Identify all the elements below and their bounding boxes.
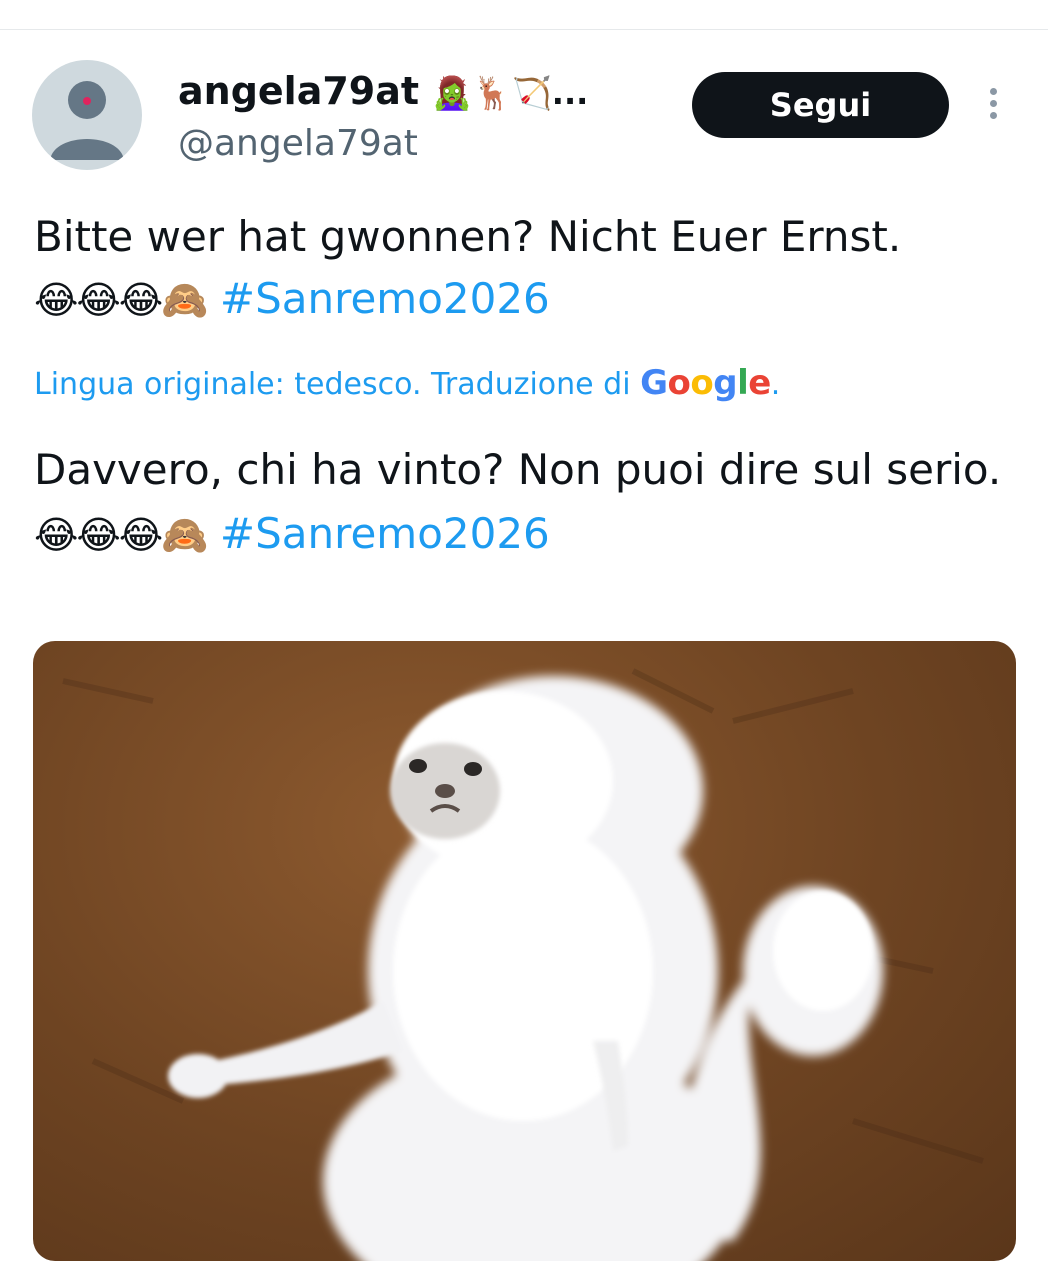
translated-emojis: 😂😂😂🙈 [34, 513, 209, 557]
translated-text-line: Davvero, chi ha vinto? Non puoi dire sul… [34, 445, 1002, 494]
tweet-text-line: Bitte wer hat gwonnen? Nicht Euer Ernst. [34, 212, 902, 261]
translation-notice-text: Lingua originale: tedesco. Traduzione di [34, 367, 631, 402]
author-name-text: angela79at [178, 69, 420, 113]
translation-suffix: . [770, 367, 781, 402]
google-letter: l [737, 363, 749, 403]
hashtag-link[interactable]: #Sanremo2026 [220, 274, 550, 323]
follow-button[interactable]: Segui [692, 72, 949, 138]
author-handle[interactable]: @angela79at [178, 120, 418, 168]
google-letter: o [667, 363, 691, 403]
google-letter: o [690, 363, 714, 403]
translation-notice[interactable]: Lingua originale: tedesco. Traduzione di… [34, 358, 780, 410]
google-logo: Google [640, 363, 771, 403]
google-letter: e [748, 363, 771, 403]
avatar[interactable] [32, 60, 142, 170]
more-vertical-icon[interactable] [983, 88, 1003, 124]
translated-text: Davvero, chi ha vinto? Non puoi dire sul… [34, 438, 1024, 567]
default-avatar-icon [50, 81, 124, 160]
google-letter: G [640, 363, 668, 403]
translated-hashtag-link[interactable]: #Sanremo2026 [220, 509, 550, 558]
tweet-emojis: 😂😂😂🙈 [34, 278, 209, 322]
google-letter: g [713, 363, 738, 403]
author-name-emojis: 🧟‍♀️🦌🏹... [432, 74, 589, 112]
author-display-name[interactable]: angela79at 🧟‍♀️🦌🏹... [178, 66, 588, 118]
tweet-media-image[interactable] [33, 641, 1016, 1261]
tweet-text: Bitte wer hat gwonnen? Nicht Euer Ernst.… [34, 206, 1024, 331]
cat-meme-illustration [62, 668, 984, 1261]
top-divider [0, 29, 1048, 30]
